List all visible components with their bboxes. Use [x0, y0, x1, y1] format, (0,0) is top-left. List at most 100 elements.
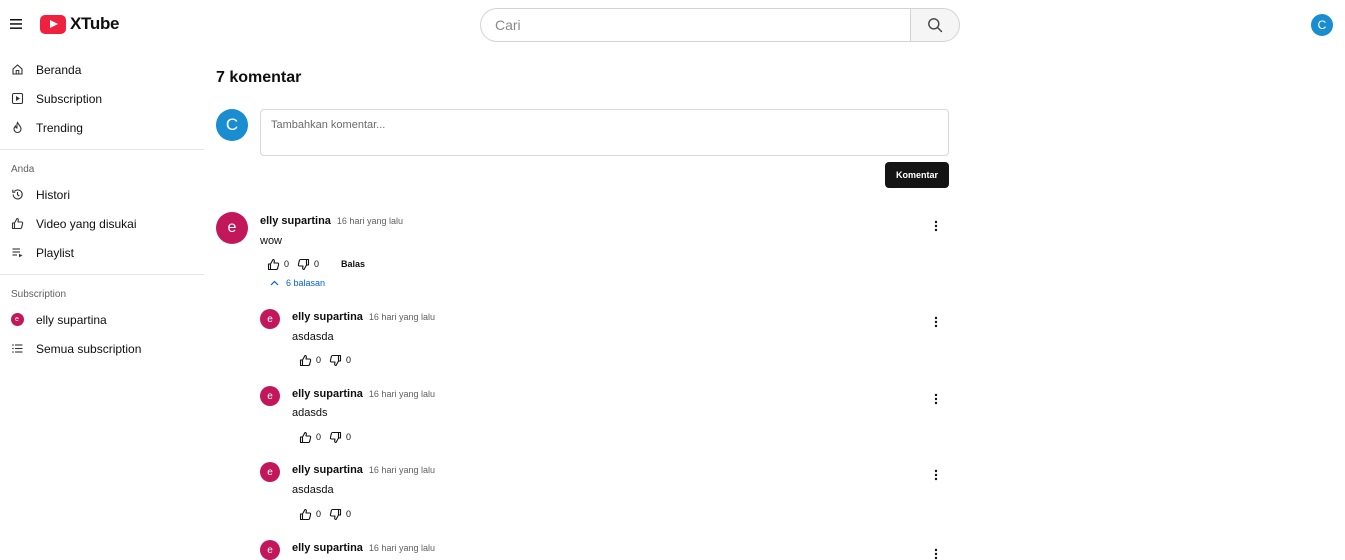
- search-icon: [928, 18, 943, 33]
- like-count: 0: [316, 432, 322, 442]
- thumb-up-icon: [267, 258, 279, 270]
- reply-header: elly supartina 16 hari yang lalu: [292, 311, 435, 323]
- comments-section: 7 komentar C Komentar e elly supartina 1…: [216, 66, 950, 560]
- sidebar-item-playlist[interactable]: Playlist: [0, 238, 204, 267]
- more-vert-icon: [934, 393, 938, 405]
- section-title-subscription: Subscription: [11, 288, 67, 300]
- like-button[interactable]: [297, 429, 313, 445]
- chevron-up-icon: [270, 280, 279, 286]
- replies-toggle[interactable]: 6 balasan: [270, 278, 325, 288]
- thumb-down-icon: [329, 508, 341, 520]
- sidebar-item-histori[interactable]: Histori: [0, 180, 204, 209]
- section-title-anda: Anda: [11, 163, 35, 175]
- sidebar-item-label: Subscription: [36, 91, 103, 106]
- playlist-icon: [10, 246, 24, 260]
- reply-author[interactable]: elly supartina: [292, 388, 363, 400]
- more-vert-icon: [934, 220, 938, 232]
- dislike-button[interactable]: [327, 506, 343, 522]
- logo[interactable]: XTube: [40, 14, 119, 34]
- like-button[interactable]: [297, 506, 313, 522]
- reply-author[interactable]: elly supartina: [292, 542, 363, 554]
- sidebar-item-video-disukai[interactable]: Video yang disukai: [0, 209, 204, 238]
- sidebar-item-label: elly supartina: [36, 312, 107, 327]
- subscription-icon: [10, 92, 24, 106]
- sidebar-item-label: Histori: [36, 187, 71, 202]
- comment-actions: 0 0 Balas: [265, 256, 365, 272]
- dislike-button[interactable]: [327, 352, 343, 368]
- channel-avatar: e: [10, 313, 24, 327]
- dislike-count: 0: [346, 432, 352, 442]
- more-vert-icon: [934, 469, 938, 481]
- top-bar: XTube C: [0, 0, 1345, 50]
- reply-time: 16 hari yang lalu: [368, 465, 435, 475]
- reply-header: elly supartina 16 hari yang lalu: [292, 464, 435, 476]
- sidebar-item-label: Beranda: [36, 62, 82, 77]
- thumb-down-icon: [329, 354, 341, 366]
- like-button[interactable]: [297, 352, 313, 368]
- flame-icon: [10, 121, 24, 135]
- search-input[interactable]: [480, 8, 910, 42]
- comments-count-title: 7 komentar: [216, 69, 302, 86]
- reply-more-button[interactable]: [928, 546, 944, 560]
- reply-button[interactable]: Balas: [341, 259, 365, 269]
- like-count: 0: [316, 509, 322, 519]
- replies-count: 6 balasan: [286, 278, 326, 288]
- comment-author[interactable]: elly supartina: [260, 215, 331, 227]
- search-button[interactable]: [910, 8, 960, 42]
- sidebar: Beranda Subscription Trending Anda Histo…: [0, 55, 204, 363]
- thumb-up-icon: [299, 431, 311, 443]
- reply-header: elly supartina 16 hari yang lalu: [292, 542, 435, 554]
- sidebar-item-label: Semua subscription: [36, 341, 142, 356]
- sidebar-item-semua-subscription[interactable]: Semua subscription: [0, 334, 204, 363]
- dislike-count: 0: [346, 355, 352, 365]
- menu-button[interactable]: [6, 14, 26, 34]
- reply-more-button[interactable]: [928, 314, 944, 330]
- comment-avatar[interactable]: e: [216, 212, 248, 244]
- thumb-down-icon: [329, 431, 341, 443]
- comment-more-button[interactable]: [928, 218, 944, 234]
- reply-author[interactable]: elly supartina: [292, 311, 363, 323]
- hamburger-icon: [10, 19, 22, 29]
- thumb-up-icon: [299, 508, 311, 520]
- reply-author[interactable]: elly supartina: [292, 464, 363, 476]
- sidebar-item-channel[interactable]: e elly supartina: [0, 305, 204, 334]
- reply-time: 16 hari yang lalu: [368, 312, 435, 322]
- logo-text: XTube: [70, 14, 120, 33]
- composer-avatar: C: [216, 109, 248, 141]
- home-icon: [10, 63, 24, 77]
- list-icon: [10, 342, 24, 356]
- comment-text: wow: [260, 235, 283, 247]
- reply-text: asdasda: [292, 331, 334, 343]
- sidebar-item-subscription[interactable]: Subscription: [0, 84, 204, 113]
- reply-more-button[interactable]: [928, 467, 944, 483]
- dislike-button[interactable]: [295, 256, 311, 272]
- play-logo-icon: [40, 14, 66, 34]
- comment-input[interactable]: [260, 109, 949, 156]
- history-icon: [10, 188, 24, 202]
- reply-more-button[interactable]: [928, 391, 944, 407]
- thumb-down-icon: [297, 258, 309, 270]
- user-avatar[interactable]: C: [1311, 14, 1333, 36]
- reply-avatar[interactable]: e: [260, 462, 280, 482]
- sidebar-item-beranda[interactable]: Beranda: [0, 55, 204, 84]
- comment-time: 16 hari yang lalu: [336, 216, 403, 226]
- reply-avatar[interactable]: e: [260, 540, 280, 560]
- reply-avatar[interactable]: e: [260, 386, 280, 406]
- divider: [0, 149, 204, 150]
- sidebar-item-trending[interactable]: Trending: [0, 113, 204, 142]
- search-bar: [480, 8, 960, 42]
- like-button[interactable]: [265, 256, 281, 272]
- dislike-button[interactable]: [327, 429, 343, 445]
- reply-time: 16 hari yang lalu: [368, 543, 435, 553]
- thumb-up-icon: [10, 217, 24, 231]
- reply-actions: 0 0: [297, 506, 357, 522]
- submit-comment-button[interactable]: Komentar: [885, 162, 949, 188]
- more-vert-icon: [934, 548, 938, 560]
- reply-actions: 0 0: [297, 429, 357, 445]
- reply-avatar[interactable]: e: [260, 309, 280, 329]
- like-count: 0: [316, 355, 322, 365]
- sidebar-item-label: Playlist: [36, 245, 75, 260]
- dislike-count: 0: [314, 259, 320, 269]
- reply-actions: 0 0: [297, 352, 357, 368]
- reply-header: elly supartina 16 hari yang lalu: [292, 388, 435, 400]
